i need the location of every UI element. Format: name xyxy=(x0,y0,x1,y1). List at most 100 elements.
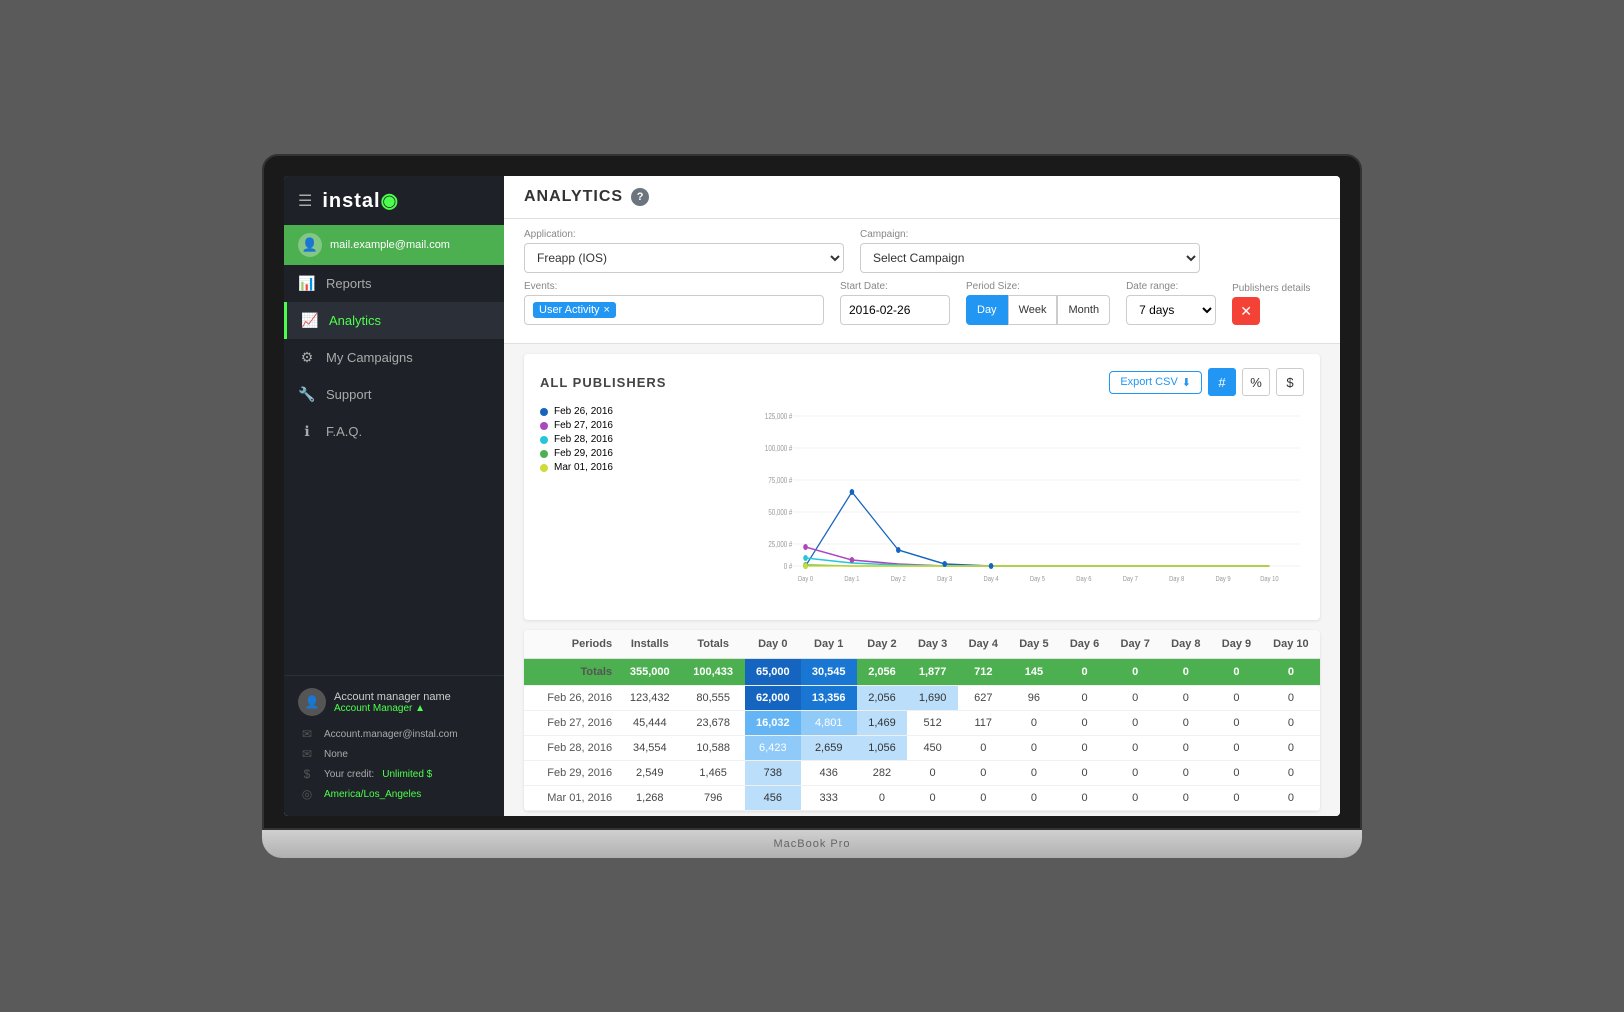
legend-label-3: Feb 29, 2016 xyxy=(554,448,613,459)
period-day-button[interactable]: Day xyxy=(966,295,1008,325)
legend-dot-3 xyxy=(540,450,548,458)
day10-value: 0 xyxy=(1262,686,1320,711)
credit-icon: $ xyxy=(298,767,316,781)
sidebar-header: ☰ instal◉ xyxy=(284,176,504,225)
totals-day8: 0 xyxy=(1161,659,1212,686)
support-icon: 🔧 xyxy=(298,386,316,403)
sidebar-item-label: F.A.Q. xyxy=(326,424,362,439)
totals-day6: 0 xyxy=(1059,659,1110,686)
hash-view-button[interactable]: # xyxy=(1208,368,1236,396)
campaigns-icon: ⚙ xyxy=(298,349,316,366)
sidebar-item-reports[interactable]: 📊 Reports xyxy=(284,265,504,302)
col-totals: Totals xyxy=(681,630,744,659)
application-select[interactable]: Freapp (IOS) xyxy=(524,243,844,273)
account-email: Account.manager@instal.com xyxy=(324,729,458,740)
chart-actions: Export CSV ⬇ # % $ xyxy=(1109,368,1304,396)
date-range-label: Date range: xyxy=(1126,281,1216,292)
account-manager-row: 👤 Account manager name Account Manager ▲ xyxy=(298,688,490,716)
totals-day2: 2,056 xyxy=(857,659,908,686)
clear-button[interactable]: ✕ xyxy=(1232,297,1260,325)
col-day10: Day 10 xyxy=(1262,630,1320,659)
svg-text:Day 7: Day 7 xyxy=(1122,575,1137,583)
chart-section: ALL PUBLISHERS Export CSV ⬇ # % $ xyxy=(524,354,1320,620)
sidebar-footer: 👤 Account manager name Account Manager ▲… xyxy=(284,675,504,816)
period-month-button[interactable]: Month xyxy=(1057,295,1110,325)
campaign-select[interactable]: Select Campaign xyxy=(860,243,1200,273)
svg-text:125,000 #: 125,000 # xyxy=(765,412,793,421)
legend-dot-2 xyxy=(540,436,548,444)
credit-value: Unlimited $ xyxy=(382,769,432,780)
col-day8: Day 8 xyxy=(1161,630,1212,659)
percent-view-button[interactable]: % xyxy=(1242,368,1270,396)
day6-value: 0 xyxy=(1059,711,1110,736)
start-date-filter: Start Date: xyxy=(840,281,950,325)
campaign-filter: Campaign: Select Campaign xyxy=(860,229,1200,273)
day8-value: 0 xyxy=(1161,686,1212,711)
day9-value: 0 xyxy=(1211,786,1262,811)
day10-value: 0 xyxy=(1262,761,1320,786)
svg-text:25,000 #: 25,000 # xyxy=(768,540,792,549)
timezone-icon: ◎ xyxy=(298,787,316,801)
legend-dot-0 xyxy=(540,408,548,416)
dollar-view-button[interactable]: $ xyxy=(1276,368,1304,396)
help-icon[interactable]: ? xyxy=(631,188,649,206)
filter-row-1: Application: Freapp (IOS) Campaign: Sele… xyxy=(524,229,1320,273)
period-label: Feb 26, 2016 xyxy=(524,686,618,711)
day4-value: 627 xyxy=(958,686,1009,711)
user-section[interactable]: 👤 mail.example@mail.com xyxy=(284,225,504,265)
svg-text:Day 0: Day 0 xyxy=(798,575,813,583)
svg-text:Day 1: Day 1 xyxy=(844,575,859,583)
date-range-select[interactable]: 7 days 14 days 30 days xyxy=(1126,295,1216,325)
col-day5: Day 5 xyxy=(1009,630,1060,659)
period-size-label: Period Size: xyxy=(966,281,1110,292)
day0-value: 456 xyxy=(745,786,801,811)
day7-value: 0 xyxy=(1110,711,1161,736)
period-label: Mar 01, 2016 xyxy=(524,786,618,811)
publishers-details-label: Publishers details xyxy=(1232,283,1310,294)
day9-value: 0 xyxy=(1211,711,1262,736)
day3-value: 1,690 xyxy=(907,686,958,711)
col-day2: Day 2 xyxy=(857,630,908,659)
day4-value: 117 xyxy=(958,711,1009,736)
day9-value: 0 xyxy=(1211,736,1262,761)
timezone-value: America/Los_Angeles xyxy=(324,789,421,800)
svg-text:Day 5: Day 5 xyxy=(1030,575,1045,583)
totals-day5: 145 xyxy=(1009,659,1060,686)
hamburger-icon[interactable]: ☰ xyxy=(298,191,312,211)
totals-day0: 65,000 xyxy=(745,659,801,686)
day6-value: 0 xyxy=(1059,686,1110,711)
totals-value: 1,465 xyxy=(681,761,744,786)
chart-title: ALL PUBLISHERS xyxy=(540,375,666,390)
faq-icon: ℹ xyxy=(298,423,316,440)
export-csv-button[interactable]: Export CSV ⬇ xyxy=(1109,371,1202,394)
period-week-button[interactable]: Week xyxy=(1008,295,1058,325)
events-label: Events: xyxy=(524,281,824,292)
timezone-row: ◎ America/Los_Angeles xyxy=(298,784,490,804)
sidebar-item-analytics[interactable]: 📈 Analytics xyxy=(284,302,504,339)
totals-day7: 0 xyxy=(1110,659,1161,686)
svg-text:Day 4: Day 4 xyxy=(983,575,998,583)
account-manager-name: Account manager name xyxy=(334,691,451,703)
day5-value: 0 xyxy=(1009,786,1060,811)
events-input[interactable]: User Activity × xyxy=(524,295,824,325)
user-icon: 👤 xyxy=(298,233,322,257)
table-row: Feb 27, 2016 45,444 23,678 16,032 4,801 … xyxy=(524,711,1320,736)
day10-value: 0 xyxy=(1262,711,1320,736)
day8-value: 0 xyxy=(1161,736,1212,761)
logo: instal◉ xyxy=(322,188,399,213)
sidebar-item-campaigns[interactable]: ⚙ My Campaigns xyxy=(284,339,504,376)
start-date-input[interactable] xyxy=(840,295,950,325)
day1-value: 333 xyxy=(801,786,857,811)
svg-text:50,000 #: 50,000 # xyxy=(768,508,792,517)
sidebar-item-faq[interactable]: ℹ F.A.Q. xyxy=(284,413,504,450)
day1-value: 436 xyxy=(801,761,857,786)
sidebar-item-support[interactable]: 🔧 Support xyxy=(284,376,504,413)
legend-item-4: Mar 01, 2016 xyxy=(540,462,633,473)
date-range-filter: Date range: 7 days 14 days 30 days xyxy=(1126,281,1216,325)
day5-value: 0 xyxy=(1009,761,1060,786)
credit-label: Your credit: xyxy=(324,769,374,780)
day5-value: 0 xyxy=(1009,711,1060,736)
svg-text:Day 9: Day 9 xyxy=(1215,575,1230,583)
event-tag: User Activity × xyxy=(533,302,616,318)
day2-value: 1,469 xyxy=(857,711,908,736)
